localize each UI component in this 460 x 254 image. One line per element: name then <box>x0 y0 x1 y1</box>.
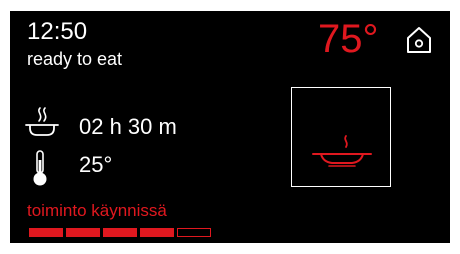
home-button[interactable] <box>406 26 432 54</box>
food-temperature: 25° <box>79 152 113 177</box>
steam-dish-icon <box>25 107 59 136</box>
oven-display: 12:50 ready to eat 75° 02 h 30 m 25° toi… <box>10 11 450 243</box>
progress-segment <box>29 228 63 237</box>
progress-segment <box>177 228 211 237</box>
progress-segment <box>103 228 137 237</box>
program-tile[interactable] <box>291 87 391 187</box>
progress-segment <box>140 228 174 237</box>
thermometer-icon <box>33 150 47 186</box>
cooking-status: ready to eat <box>27 49 123 69</box>
progress-segment <box>66 228 100 237</box>
home-icon <box>407 27 431 53</box>
clock-time: 12:50 <box>27 18 88 45</box>
remaining-time: 02 h 30 m <box>79 114 177 139</box>
function-status: toiminto käynnissä <box>27 201 167 220</box>
oven-temperature: 75° <box>318 17 379 61</box>
progress-bar <box>29 228 211 237</box>
steaming-pan-icon <box>312 135 372 167</box>
